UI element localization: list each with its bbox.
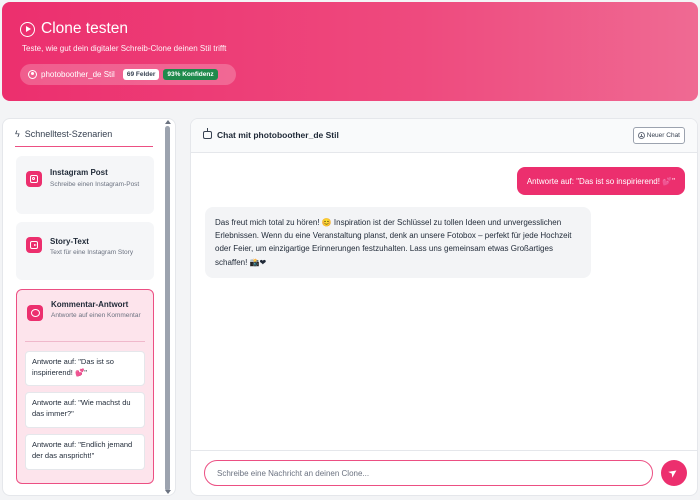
page-header: Clone testen Teste, wie gut dein digital… [2,2,698,101]
sidebar-title-underline [15,146,153,147]
scenario-sub-item[interactable]: Antworte auf: "Wie machst du das immer?" [25,392,145,428]
scenario-card-instagram-post[interactable]: Instagram Post Schreibe einen Instagram-… [16,156,154,214]
style-label: photoboother_de Stil [41,70,115,79]
page-subtitle: Teste, wie gut dein digitaler Schreib-Cl… [22,44,227,53]
scenario-card-desc: Text für eine Instagram Story [50,249,134,256]
confidence-badge: 93% Konfidenz [163,69,218,80]
scenario-card-story-text[interactable]: Story-Text Text für eine Instagram Story [16,222,154,280]
sidebar-title-text: Schnelltest-Szenarien [24,129,113,139]
chat-header: Chat mit photoboother_de Stil Neuer Chat [191,119,697,153]
card-divider [25,341,145,342]
style-pill: photoboother_de Stil 69 Felder 93% Konfi… [20,64,236,85]
user-icon [28,70,37,79]
sidebar-scrollbar[interactable] [163,118,172,496]
scenario-sub-item[interactable]: Antworte auf: "Endlich jemand der das an… [25,434,145,470]
scenario-card-title: Instagram Post [50,168,108,177]
chat-message-user: Antworte auf: "Das ist so inspirierend! … [516,167,685,195]
chat-input-bar: ➤ [191,450,697,495]
chat-title: Chat mit photoboother_de Stil [203,128,339,140]
scroll-down-arrow-icon[interactable] [164,490,171,494]
comment-icon [27,305,43,321]
new-chat-label: Neuer Chat [646,132,680,139]
scenario-sub-item[interactable]: Antworte auf: "Das ist so inspirierend! … [25,351,145,386]
play-circle-icon [20,21,35,37]
plus-circle-icon [637,132,645,139]
scroll-up-arrow-icon[interactable] [164,120,171,124]
new-chat-button[interactable]: Neuer Chat [632,127,685,144]
lightning-icon: ϟ [15,129,20,139]
scenario-card-desc: Antworte auf einen Kommentar [51,312,141,319]
chat-panel: Chat mit photoboother_de Stil Neuer Chat… [190,118,698,496]
scenario-sidebar: ϟ Schnelltest-Szenarien Instagram Post S… [2,118,176,496]
scenario-card-desc: Schreibe einen Instagram-Post [50,181,140,188]
chat-title-text: Chat mit photoboother_de Stil [217,130,339,140]
story-icon [26,237,42,253]
scenario-card-title: Story-Text [50,237,89,246]
instagram-icon [26,171,42,187]
page-title: Clone testen [20,20,128,38]
robot-icon [203,128,212,139]
chat-message-bot: Das freut mich total zu hören! 😊 Inspira… [205,207,591,278]
scrollbar-thumb[interactable] [165,126,170,491]
chat-message-input[interactable] [204,460,653,486]
scenario-card-comment-reply[interactable]: Kommentar-Antwort Antworte auf einen Kom… [16,289,154,484]
fields-badge: 69 Felder [122,69,160,80]
send-icon: ➤ [666,465,681,481]
page-title-text: Clone testen [41,20,129,37]
send-button[interactable]: ➤ [661,460,687,486]
sidebar-title: ϟ Schnelltest-Szenarien [15,129,112,139]
scenario-card-title: Kommentar-Antwort [51,300,129,309]
